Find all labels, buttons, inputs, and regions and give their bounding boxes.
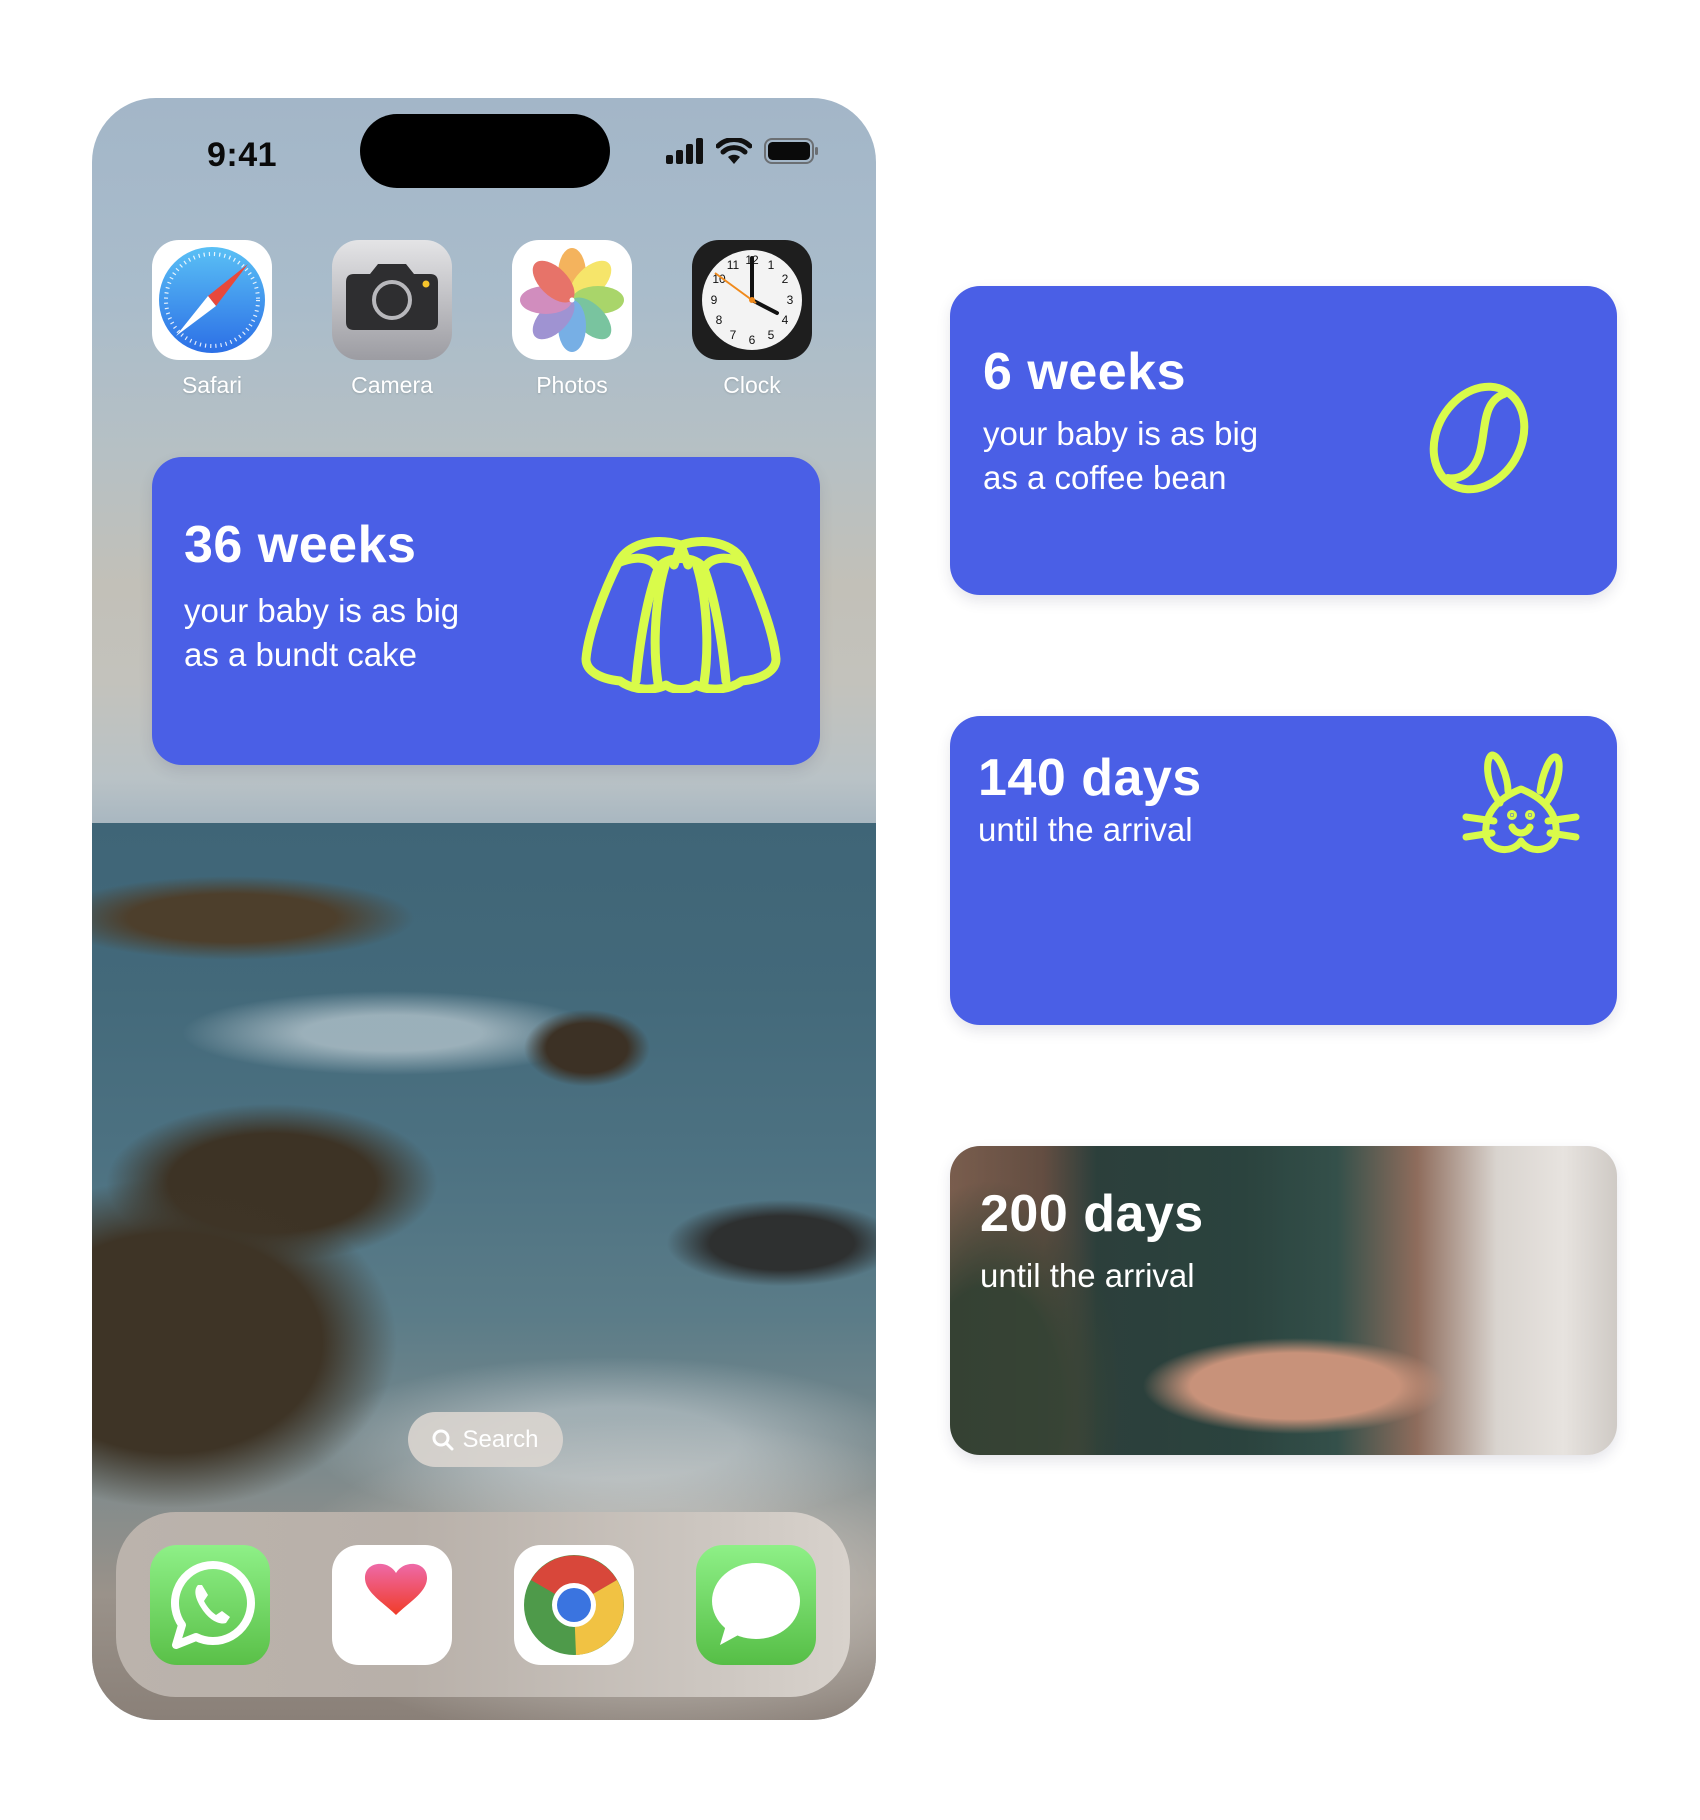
search-label: Search [462, 1425, 539, 1453]
search-icon [432, 1429, 454, 1450]
app-safari[interactable]: Safari [152, 240, 272, 399]
dynamic-island [360, 114, 610, 188]
svg-text:5: 5 [768, 328, 775, 342]
widget-line-2: as a bundt cake [184, 636, 417, 673]
whatsapp-icon[interactable] [150, 1544, 270, 1665]
app-label: Safari [181, 372, 243, 398]
svg-text:11: 11 [727, 258, 740, 272]
svg-text:7: 7 [730, 328, 737, 342]
bundt-cake-icon [581, 537, 781, 693]
app-photos[interactable]: Photos [512, 240, 632, 399]
health-heart-icon[interactable] [332, 1544, 452, 1665]
countdown-widget[interactable]: 140 days until the arrival [950, 716, 1617, 1025]
coffee-bean-widget[interactable]: 6 weeks your baby is as big as a coffee … [950, 286, 1617, 595]
widget-description: your baby is as big as a bundt cake [184, 589, 459, 677]
svg-text:8: 8 [716, 313, 723, 327]
svg-text:6: 6 [749, 333, 756, 347]
widget-title: 140 days [978, 749, 1202, 807]
widget-title: 6 weeks [983, 343, 1186, 401]
app-clock[interactable]: 12 1 2 3 4 5 6 7 8 9 10 11 [692, 240, 812, 399]
svg-text:9: 9 [711, 293, 718, 307]
svg-text:4: 4 [782, 313, 789, 327]
widget-line-1: your baby is as big [184, 592, 460, 629]
safari-icon [152, 240, 272, 360]
photos-icon [512, 240, 632, 360]
spotlight-search-button[interactable]: Search [408, 1412, 563, 1467]
app-label: Photos [536, 372, 608, 398]
widget-title: 36 weeks [184, 516, 417, 574]
app-camera[interactable]: Camera [332, 240, 452, 399]
clock-icon: 12 1 2 3 4 5 6 7 8 9 10 11 [692, 240, 812, 360]
status-icons [666, 138, 820, 164]
widget-description: until the arrival [980, 1257, 1195, 1294]
coffee-bean-icon [1429, 382, 1529, 494]
bunny-icon [1462, 751, 1580, 853]
app-grid: Safari Camera Photos 1 2 3 4 5 6 7 8 9 1… [152, 240, 812, 399]
widget-line-2: as a coffee bean [983, 459, 1227, 496]
dock [116, 1512, 850, 1697]
phone-home-screen: 9:41 Safari Camera Photos 1 2 3 4 5 6 7 … [92, 98, 876, 1720]
photo-countdown-widget[interactable]: 200 days until the arrival [950, 1146, 1617, 1455]
camera-icon [332, 240, 452, 360]
messages-icon[interactable] [696, 1544, 816, 1665]
widget-title: 200 days [980, 1185, 1204, 1243]
app-label: Camera [351, 372, 433, 398]
svg-text:1: 1 [768, 258, 775, 272]
status-time: 9:41 [206, 136, 278, 174]
widget-line-1: your baby is as big [983, 415, 1259, 452]
wifi-icon [716, 138, 752, 164]
pregnant-belly-photo [1100, 1336, 1490, 1436]
cellular-signal-icon [666, 138, 703, 164]
svg-text:3: 3 [787, 293, 794, 307]
widget-description: your baby is as big as a coffee bean [983, 412, 1258, 500]
chrome-icon[interactable] [514, 1544, 634, 1665]
svg-text:2: 2 [782, 272, 789, 286]
pregnancy-week-widget[interactable]: 36 weeks your baby is as big as a bundt … [152, 457, 820, 765]
app-label: Clock [723, 372, 781, 398]
widget-description: until the arrival [978, 811, 1193, 848]
battery-icon [764, 138, 818, 164]
